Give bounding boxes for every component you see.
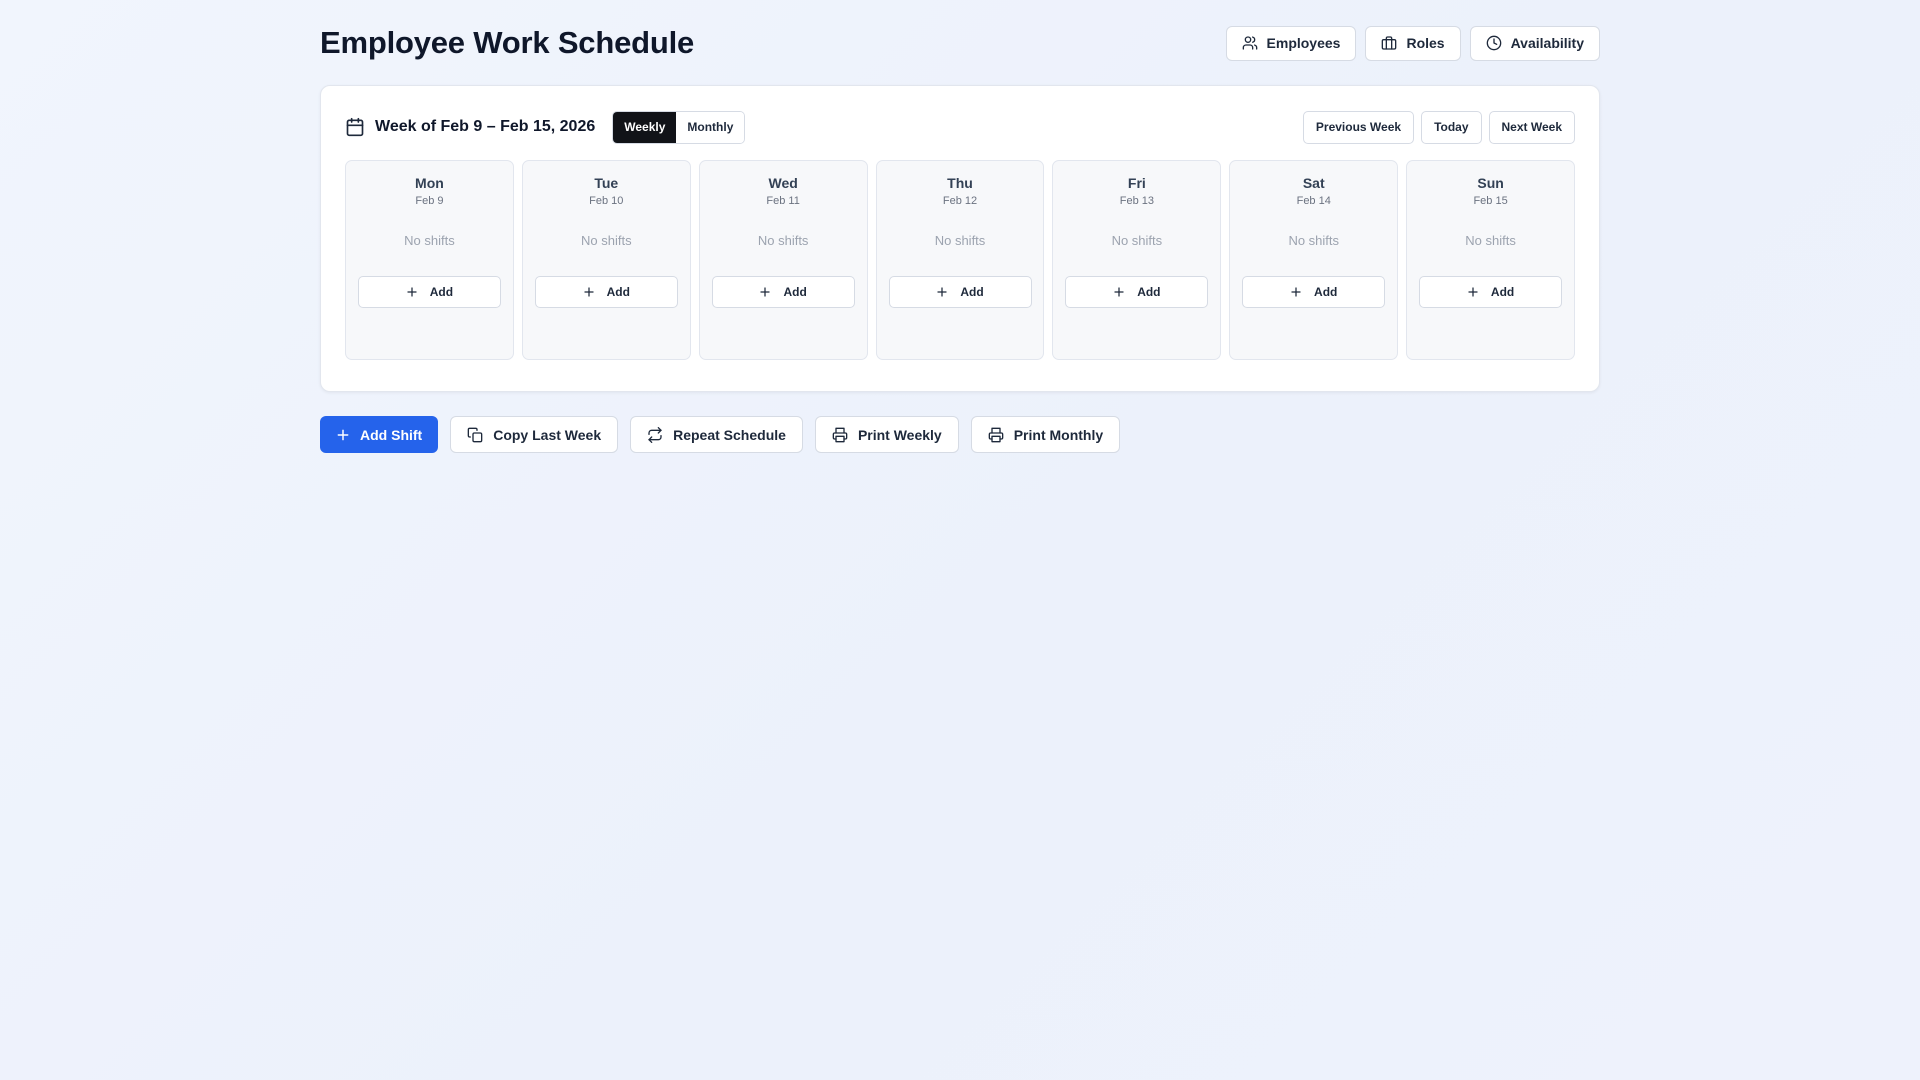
add-label: Add <box>1490 285 1515 299</box>
day-column-thu: Thu Feb 12 No shifts Add <box>875 160 1045 360</box>
roles-button[interactable]: Roles <box>1365 25 1461 61</box>
today-button[interactable]: Today <box>1421 110 1482 144</box>
roles-button-label: Roles <box>1406 35 1445 51</box>
plus-icon <box>583 286 595 298</box>
view-weekly-button[interactable]: Weekly <box>613 111 677 143</box>
empty-shifts-text: No shifts <box>934 233 986 248</box>
day-column-fri: Fri Feb 13 No shifts Add <box>1052 160 1222 360</box>
copy-icon <box>467 427 483 443</box>
add-shift-mon-button[interactable]: Add <box>357 276 501 308</box>
add-label: Add <box>606 285 630 299</box>
add-shift-sun-button[interactable]: Add <box>1419 276 1563 308</box>
schedule-toolbar: Week of Feb 9 – Feb 15, 2026 Weekly Mont… <box>345 110 1575 144</box>
add-shift-wed-button[interactable]: Add <box>711 276 855 308</box>
day-column-mon: Mon Feb 9 No shifts Add <box>345 160 514 360</box>
empty-shifts-text: No shifts <box>1288 233 1340 248</box>
day-column-sat: Sat Feb 14 No shifts Add <box>1229 160 1399 360</box>
empty-shifts-text: No shifts <box>1111 233 1163 248</box>
app-container: Employee Work Schedule Employees Roles A… <box>320 0 1600 453</box>
empty-shifts-text: No shifts <box>404 233 455 248</box>
print-weekly-label: Print Weekly <box>857 426 942 443</box>
day-date: Feb 15 <box>1473 195 1508 207</box>
empty-shifts-text: No shifts <box>1465 233 1516 248</box>
calendar-icon <box>345 117 365 137</box>
plus-icon <box>1113 286 1125 298</box>
day-date: Feb 11 <box>766 195 800 207</box>
previous-week-button[interactable]: Previous Week <box>1302 110 1415 144</box>
week-navigation: Previous Week Today Next Week <box>1302 110 1575 144</box>
day-name: Sat <box>1302 175 1325 191</box>
add-label: Add <box>1314 285 1338 299</box>
add-label: Add <box>960 285 984 299</box>
printer-icon <box>988 427 1004 443</box>
employees-button-label: Employees <box>1266 35 1341 51</box>
plus-icon <box>336 428 350 442</box>
page-title: Employee Work Schedule <box>320 25 695 60</box>
add-label: Add <box>429 285 454 299</box>
day-date: Feb 12 <box>942 195 978 207</box>
printer-icon <box>832 427 848 443</box>
day-name: Sun <box>1477 175 1504 191</box>
briefcase-icon <box>1381 35 1397 51</box>
repeat-schedule-button[interactable]: Repeat Schedule <box>630 416 803 453</box>
empty-shifts-text: No shifts <box>581 233 632 248</box>
add-shift-fri-button[interactable]: Add <box>1065 276 1209 308</box>
week-label: Week of Feb 9 – Feb 15, 2026 <box>375 118 596 135</box>
plus-icon <box>1467 286 1479 298</box>
day-name: Tue <box>594 175 619 191</box>
clock-icon <box>1486 35 1502 51</box>
add-label: Add <box>783 285 807 299</box>
day-name: Fri <box>1127 175 1146 191</box>
week-grid: Mon Feb 9 No shifts Add Tue Feb 10 No sh… <box>345 160 1576 360</box>
print-weekly-button[interactable]: Print Weekly <box>814 416 959 453</box>
repeat-schedule-label: Repeat Schedule <box>673 426 786 443</box>
add-shift-thu-button[interactable]: Add <box>888 276 1032 308</box>
week-info: Week of Feb 9 – Feb 15, 2026 Weekly Mont… <box>345 110 746 144</box>
day-name: Thu <box>947 175 973 191</box>
plus-icon <box>406 286 418 298</box>
view-monthly-button[interactable]: Monthly <box>676 111 745 143</box>
add-shift-label: Add Shift <box>360 426 423 443</box>
print-monthly-button[interactable]: Print Monthly <box>970 416 1121 453</box>
copy-last-week-button[interactable]: Copy Last Week <box>450 416 619 453</box>
availability-button[interactable]: Availability <box>1469 25 1600 61</box>
view-toggle: Weekly Monthly <box>612 110 746 144</box>
next-week-button[interactable]: Next Week <box>1488 110 1575 144</box>
day-date: Feb 10 <box>589 195 624 207</box>
print-monthly-label: Print Monthly <box>1013 426 1104 443</box>
copy-last-week-label: Copy Last Week <box>493 426 602 443</box>
day-date: Feb 14 <box>1296 195 1331 207</box>
schedule-actions: Add Shift Copy Last Week Repeat Schedule… <box>320 416 1600 453</box>
day-name: Mon <box>415 175 444 191</box>
plus-icon <box>1290 286 1302 298</box>
repeat-icon <box>647 426 663 443</box>
day-column-tue: Tue Feb 10 No shifts Add <box>521 160 691 360</box>
day-column-wed: Wed Feb 11 No shifts Add <box>698 160 868 360</box>
page-header: Employee Work Schedule Employees Roles A… <box>320 0 1600 84</box>
add-shift-sat-button[interactable]: Add <box>1242 276 1386 308</box>
empty-shifts-text: No shifts <box>757 233 809 248</box>
add-shift-tue-button[interactable]: Add <box>534 276 678 308</box>
day-name: Wed <box>768 175 798 191</box>
add-shift-button[interactable]: Add Shift <box>320 416 439 453</box>
day-date: Feb 9 <box>415 195 444 207</box>
users-icon <box>1242 35 1258 51</box>
schedule-card: Week of Feb 9 – Feb 15, 2026 Weekly Mont… <box>320 85 1600 392</box>
employees-button[interactable]: Employees <box>1225 25 1357 61</box>
availability-button-label: Availability <box>1510 35 1584 51</box>
plus-icon <box>936 286 948 298</box>
header-actions: Employees Roles Availability <box>1225 25 1600 61</box>
plus-icon <box>759 286 771 298</box>
add-label: Add <box>1137 285 1161 299</box>
day-date: Feb 13 <box>1119 195 1154 207</box>
day-column-sun: Sun Feb 15 No shifts Add <box>1406 160 1576 360</box>
